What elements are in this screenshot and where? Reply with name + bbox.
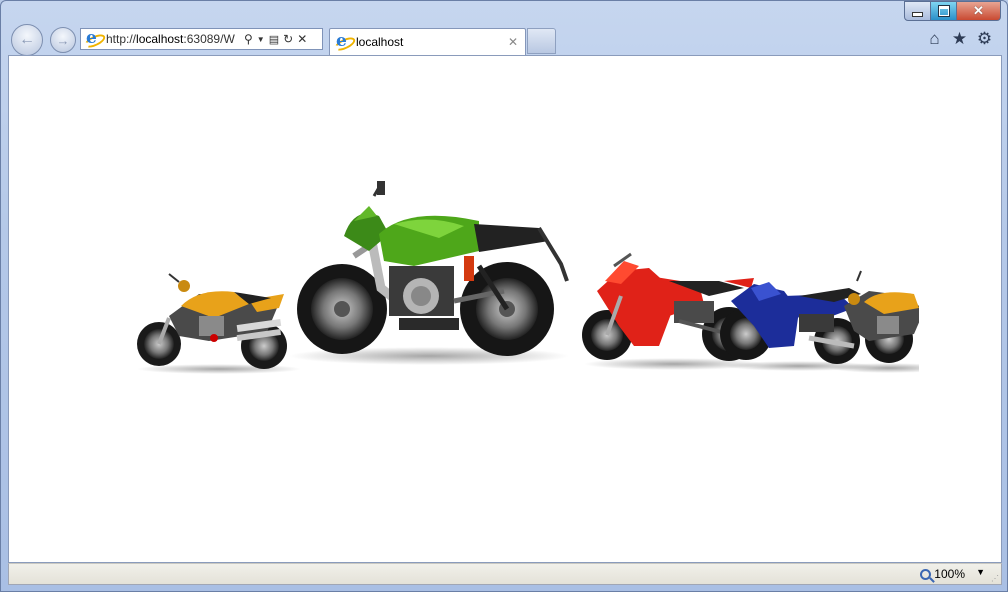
forward-button[interactable]: → [50,27,76,53]
address-url[interactable]: http://localhost:63089/W [106,32,240,46]
tab-ie-icon: e [332,32,358,54]
new-tab-button[interactable] [527,28,556,54]
home-icon[interactable]: ⌂ [926,29,943,48]
window-caption-buttons: ✕ [904,1,1001,21]
zoom-level: 100% [934,567,965,581]
resize-grip-icon[interactable]: ⋰ [991,574,999,583]
zoom-magnifier-icon [920,568,932,580]
back-button[interactable]: ← [11,24,43,56]
ie-page-icon: e [82,29,108,51]
zoom-control[interactable]: 100% [920,567,965,581]
url-host: localhost [136,32,184,46]
dropdown-arrow-icon[interactable]: ▼ [257,35,265,44]
minimize-button[interactable] [904,1,931,21]
refresh-icon[interactable]: ↻ [283,32,293,46]
address-bar[interactable]: e http://localhost:63089/W ⚲ ▼ ▤ ↻ ✕ [80,28,323,51]
tab-localhost[interactable]: e localhost ✕ [329,28,526,55]
tools-gear-icon[interactable]: ⚙ [976,29,993,48]
close-button[interactable]: ✕ [957,1,1001,21]
green-naked-bike [289,181,569,365]
back-arrow-icon: ← [19,31,35,48]
maximize-button[interactable] [931,1,957,21]
minimize-icon [912,11,923,17]
search-icon[interactable]: ⚲ [244,32,253,46]
url-rest: :63089/W [183,32,235,46]
close-icon: ✕ [973,3,984,18]
status-bar: 100% ▼ ⋰ [8,563,1002,585]
browser-window: ✕ ← → e http://localhost:63089/W ⚲ ▼ ▤ ↻… [0,0,1008,592]
tab-title: localhost [356,35,404,49]
page-content [8,55,1002,563]
stop-icon[interactable]: ✕ [297,32,307,46]
tab-close-icon[interactable]: ✕ [505,35,521,49]
url-scheme: http:// [106,32,137,46]
compatibility-view-icon[interactable]: ▤ [269,33,279,46]
favorites-star-icon[interactable]: ★ [951,29,968,48]
zoom-dropdown-icon[interactable]: ▼ [976,567,985,577]
orange-naked-bike [137,273,301,374]
forward-arrow-icon: → [56,32,70,48]
maximize-icon [938,6,949,16]
motorcycle-lineup-image [137,181,919,374]
